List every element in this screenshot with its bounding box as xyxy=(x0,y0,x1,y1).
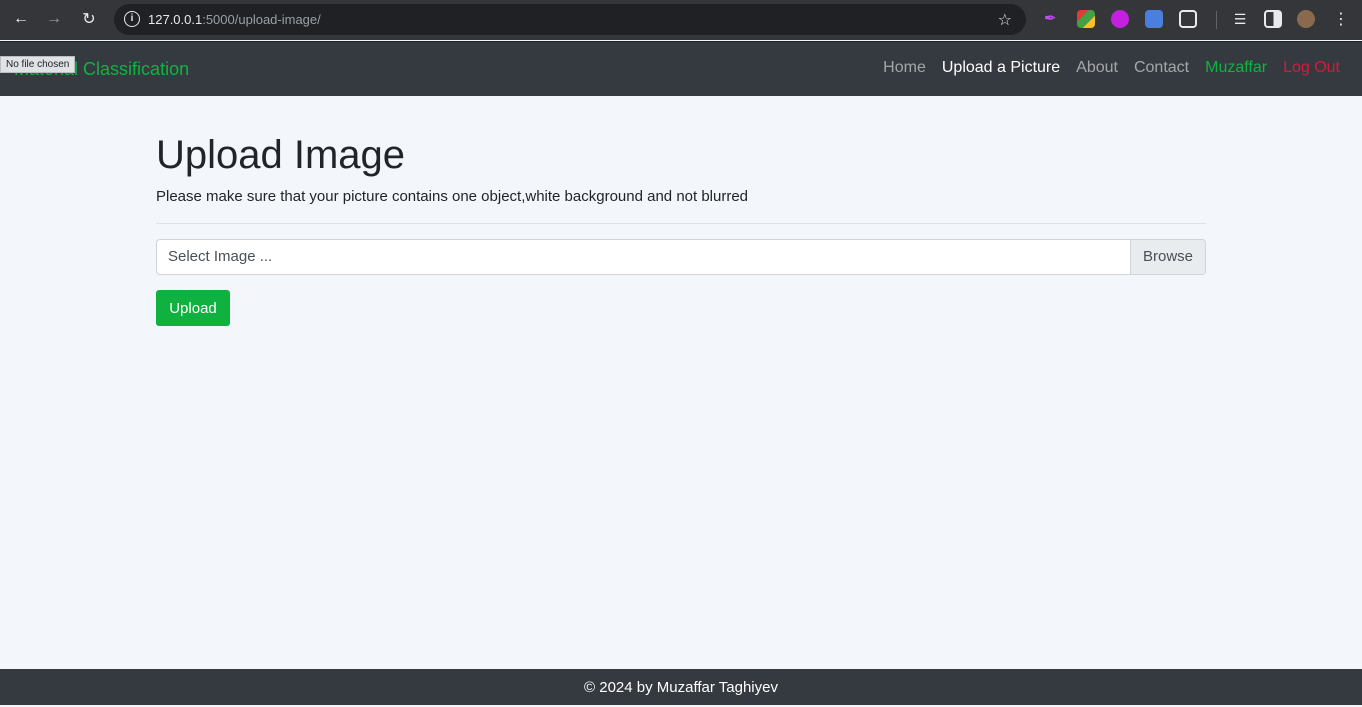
media-controls-icon[interactable]: ☰ xyxy=(1230,9,1250,29)
nav-links: Home Upload a Picture About Contact Muza… xyxy=(867,59,1340,77)
footer-copyright: © 2024 by Muzaffar Taghiyev xyxy=(584,679,778,696)
file-input-label[interactable]: Select Image ... xyxy=(157,240,1130,274)
site-info-icon[interactable]: i xyxy=(124,11,140,27)
browse-button[interactable]: Browse xyxy=(1130,240,1205,274)
reload-icon[interactable]: ↻ xyxy=(79,9,99,29)
back-arrow-icon[interactable]: ← xyxy=(11,9,31,29)
nav-logout[interactable]: Log Out xyxy=(1283,59,1340,77)
globe-extension-icon[interactable] xyxy=(1111,10,1129,28)
bookmark-star-icon[interactable]: ☆ xyxy=(998,10,1012,30)
page-instructions: Please make sure that your picture conta… xyxy=(156,188,749,205)
nav-upload-picture[interactable]: Upload a Picture xyxy=(942,59,1060,77)
nav-user[interactable]: Muzaffar xyxy=(1205,59,1267,77)
nav-home[interactable]: Home xyxy=(883,59,926,77)
address-bar[interactable]: i 127.0.0.1:5000/upload-image/ ☆ xyxy=(114,4,1026,35)
nav-contact[interactable]: Contact xyxy=(1134,59,1189,77)
extensions-puzzle-icon[interactable] xyxy=(1179,10,1197,28)
divider xyxy=(156,223,1206,224)
translate-extension-icon[interactable] xyxy=(1145,10,1163,28)
profile-avatar[interactable] xyxy=(1297,10,1315,28)
file-tooltip: No file chosen xyxy=(0,56,76,73)
nav-about[interactable]: About xyxy=(1076,59,1118,77)
url-text[interactable]: 127.0.0.1:5000/upload-image/ xyxy=(148,12,321,27)
chrome-menu-icon[interactable]: ⋮ xyxy=(1331,9,1351,29)
page-title: Upload Image xyxy=(156,133,406,177)
forward-arrow-icon[interactable]: → xyxy=(44,9,64,29)
pen-extension-icon[interactable]: ✒ xyxy=(1044,10,1062,28)
toolbar-separator xyxy=(1216,11,1217,29)
file-input[interactable]: Select Image ... Browse xyxy=(156,239,1206,275)
colorful-extension-icon[interactable] xyxy=(1077,10,1095,28)
browser-toolbar: ← → ↻ i 127.0.0.1:5000/upload-image/ ☆ ✒… xyxy=(0,0,1362,40)
side-panel-icon[interactable] xyxy=(1264,10,1282,28)
site-navbar: Material Classification No file chosen H… xyxy=(0,41,1362,96)
upload-button[interactable]: Upload xyxy=(156,290,230,326)
site-footer: © 2024 by Muzaffar Taghiyev xyxy=(0,669,1362,705)
